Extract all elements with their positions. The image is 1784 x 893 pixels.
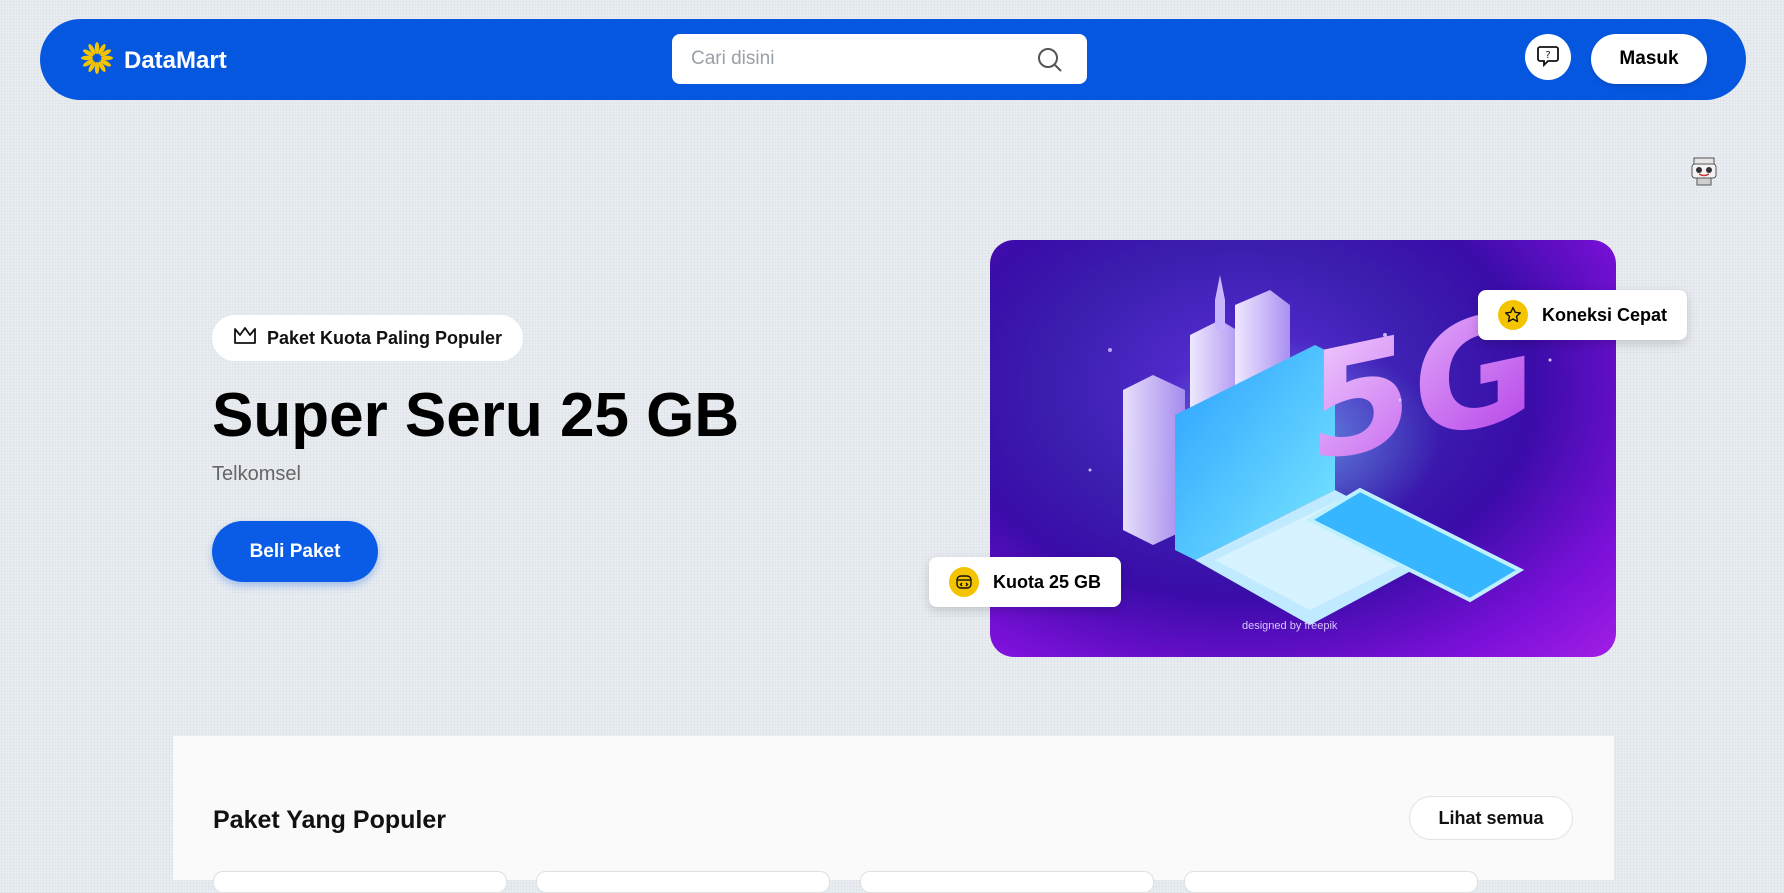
package-card[interactable] [1184, 871, 1478, 893]
feature-quota-label: Kuota 25 GB [993, 571, 1102, 592]
help-button[interactable]: ? [1525, 34, 1571, 80]
svg-text:?: ? [1545, 50, 1550, 61]
badge-label: Paket Kuota Paling Populer [267, 327, 503, 348]
feature-quota: Kuota 25 GB [929, 557, 1122, 607]
search-input[interactable] [672, 34, 1031, 84]
brand-name: DataMart [124, 46, 227, 74]
brand-logo-link[interactable]: DataMart [80, 41, 227, 80]
popular-badge: Paket Kuota Paling Populer [212, 315, 524, 361]
avatar-icon[interactable] [1687, 154, 1721, 193]
feature-fast-connection-label: Koneksi Cepat [1542, 304, 1668, 325]
search-icon[interactable] [1037, 47, 1063, 78]
sun-logo-icon [80, 41, 114, 80]
help-chat-icon: ? [1536, 43, 1560, 72]
package-card[interactable] [213, 871, 507, 893]
hero-title: Super Seru 25 GB [212, 381, 740, 450]
data-chip-icon [949, 567, 979, 597]
popular-title: Paket Yang Populer [213, 806, 446, 834]
hero-provider: Telkomsel [212, 463, 301, 485]
feature-fast-connection: Koneksi Cepat [1478, 290, 1688, 340]
image-credit: designed by freepik [1242, 620, 1338, 632]
login-button[interactable]: Masuk [1591, 34, 1707, 84]
see-all-button[interactable]: Lihat semua [1409, 796, 1573, 840]
package-card[interactable] [860, 871, 1154, 893]
top-navbar: DataMart ? Masuk [40, 19, 1746, 100]
search-box [672, 34, 1087, 84]
package-card[interactable] [536, 871, 830, 893]
buy-package-button[interactable]: Beli Paket [212, 521, 378, 582]
crown-icon [233, 325, 257, 352]
star-icon [1498, 300, 1528, 330]
popular-section: Paket Yang Populer Lihat semua [173, 736, 1614, 893]
